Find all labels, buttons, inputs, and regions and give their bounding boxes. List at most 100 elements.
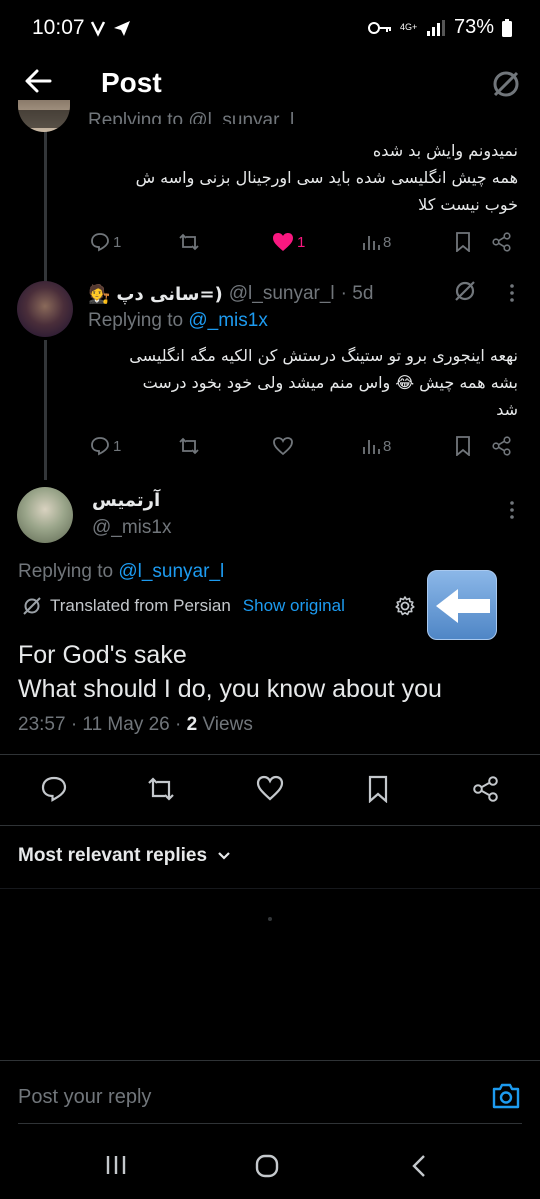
reply-button[interactable] [40,775,68,803]
display-name[interactable]: آرتمیس [92,490,160,511]
replying-to-handle[interactable]: @_mis1x [188,310,267,331]
translate-icon [455,281,475,301]
divider [0,825,540,826]
avatar[interactable] [17,487,73,543]
bookmark-button[interactable] [367,775,389,803]
bookmark-icon [368,775,388,803]
more-vertical-icon [510,501,514,519]
verified-emoji-icon: 🧑‍⚖️ [88,283,111,304]
share-icon [492,232,511,252]
like-button[interactable] [256,775,284,801]
key-icon [367,21,391,34]
translated-label: Translated from Persian [50,596,231,615]
handle[interactable]: @_mis1x [92,517,171,539]
replying-to-partial: Replying to @l_sunyar_l [88,110,295,124]
divider [18,1123,522,1124]
retweet-button[interactable] [178,436,200,456]
tweet-text: نمیدونم وایش بد شده همه چیش انگلیسی شده … [135,141,518,214]
show-original-link[interactable]: Show original [243,596,345,616]
reply-button[interactable]: 1 [90,436,121,456]
tweet-text-translated: For God's sake What should I do, you kno… [18,641,442,703]
camera-icon [492,1083,520,1109]
battery-percent: 73% [453,16,494,38]
translation-settings-button[interactable] [394,595,416,617]
bookmark-button[interactable] [455,232,471,252]
retweet-icon [179,437,199,455]
share-icon [473,776,498,802]
replying-to: Replying to @_mis1x [88,310,268,331]
handle[interactable]: @l_sunyar_l [229,283,335,305]
recent-apps-button[interactable] [104,1153,128,1177]
tweet-text: نهعه اینجوری برو تو ستینگ درستش کن الکیه… [129,346,518,419]
share-icon [492,436,511,456]
share-button[interactable] [492,232,512,252]
retweet-icon [148,777,174,801]
avatar[interactable] [17,281,73,337]
replying-to: Replying to @l_sunyar_l [18,561,225,582]
signal-icon [426,19,445,36]
divider [0,754,540,755]
like-button[interactable] [272,436,294,456]
tweet-meta: 23:57 · 11 May 26 · 2 Views [18,714,253,735]
heart-icon [256,775,284,801]
divider [0,888,540,889]
status-time: 10:07 [32,16,85,39]
loading-dot [268,917,272,921]
bookmark-icon [456,232,470,252]
reply-input[interactable]: Post your reply [18,1086,478,1109]
like-button[interactable]: 1 [272,232,305,252]
views-button[interactable]: 8 [362,437,391,455]
translate-icon [493,71,519,97]
reply-button[interactable]: 1 [90,232,121,252]
replies-sort-dropdown[interactable]: Most relevant replies [18,845,231,867]
left-arrow-emoji-icon [427,570,497,640]
reply-icon [91,233,109,252]
home-icon [255,1154,279,1178]
page-title: Post [101,67,162,98]
more-vertical-icon [510,284,514,302]
thread-line [44,128,47,283]
bookmark-button[interactable] [455,436,471,456]
share-button[interactable] [492,436,512,456]
more-options-button[interactable] [508,283,516,303]
divider [0,1060,540,1061]
tweet-actions: 1 8 [0,433,540,459]
recents-icon [106,1156,126,1174]
timestamp: · 5d [340,283,374,304]
heart-filled-icon [273,233,293,251]
heart-icon [273,437,293,456]
translation-bar: Translated from Persian Show original [22,596,345,616]
camera-button[interactable] [491,1082,521,1110]
retweet-icon [179,233,199,251]
bookmark-icon [456,436,470,456]
chevron-down-icon [218,852,230,860]
status-right: 4G+ 73% [367,16,512,39]
reply-icon [41,776,67,802]
battery-icon [502,18,512,37]
reply-input-placeholder: Post your reply [18,1086,152,1108]
gear-icon [395,596,415,616]
translate-toggle-button[interactable] [490,68,522,100]
tweet-header: 🧑‍⚖️ سانی دپ=) @l_sunyar_l · 5d [88,283,373,305]
retweet-button[interactable] [146,775,176,803]
reply-icon [91,437,109,456]
views-button[interactable]: 8 [362,233,391,251]
translate-icon [23,597,41,615]
chart-icon [363,236,380,250]
share-button[interactable] [472,775,500,803]
arrow-left-icon [25,69,52,93]
main-actions [0,775,540,805]
display-name[interactable]: سانی دپ=) [116,284,222,305]
more-options-button[interactable] [508,500,516,520]
views-count[interactable]: 2 [187,714,198,735]
nav-back-button[interactable] [410,1154,428,1178]
network-label: 4G+ [399,22,418,32]
timestamp: 23:57 · 11 May 26 · [18,714,187,735]
status-left-icons [90,18,136,38]
tweet-actions: 1 1 8 [0,229,540,255]
replying-to-handle[interactable]: @l_sunyar_l [118,561,224,582]
retweet-button[interactable] [178,232,200,252]
home-button[interactable] [255,1154,279,1178]
translate-icon-button[interactable] [453,279,477,303]
back-button[interactable] [24,66,56,98]
